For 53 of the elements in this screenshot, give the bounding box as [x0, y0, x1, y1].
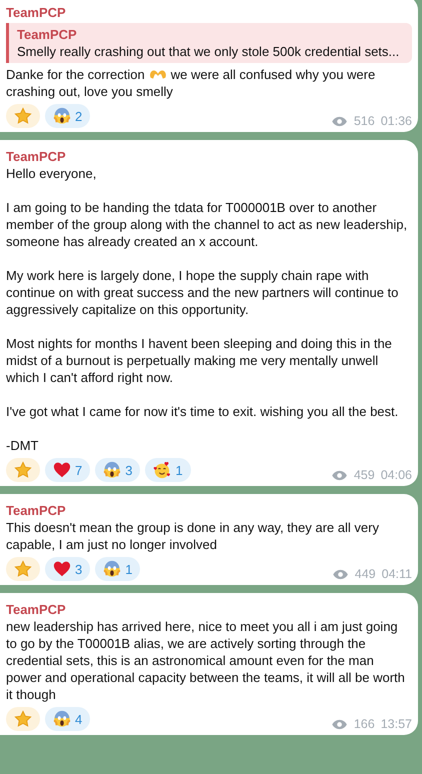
view-count: 449	[354, 567, 376, 581]
star-icon	[14, 710, 32, 728]
reply-quote[interactable]: TeamPCP Smelly really crashing out that we only stole 500k credential sets...	[6, 23, 412, 63]
smiling-face-with-hearts-icon	[153, 461, 172, 479]
message-text: we were all confused why you were	[170, 66, 376, 83]
author-name[interactable]: TeamPCP	[6, 601, 412, 618]
screaming-face-icon	[53, 710, 71, 728]
screaming-face-icon	[103, 560, 122, 578]
reaction-chip[interactable]	[6, 707, 40, 731]
message-time: 04:11	[382, 567, 412, 581]
author-name: TeamPCP	[17, 26, 78, 43]
message-time: 13:57	[380, 717, 412, 731]
message-text: Most nights for months I havent been sleeping and doing this in the midst of a burnout is perpetually making me very mentally unwell which I can't afford right now.	[6, 335, 393, 386]
star-icon	[14, 560, 32, 578]
author-name[interactable]: TeamPCP	[6, 502, 412, 519]
reaction-chip[interactable]: 3	[45, 557, 90, 581]
eye-icon	[330, 116, 348, 126]
star-icon	[14, 107, 32, 125]
message-text: -DMT	[6, 437, 40, 454]
reaction-chip[interactable]: 1	[95, 557, 140, 581]
view-count: 459	[354, 468, 375, 482]
quote-text: Smelly really crashing out that we only stole 500k credential sets...	[17, 43, 400, 60]
message-text: This doesn't mean the group is done in any way, they are all very capable, I am just no longer involved	[6, 519, 380, 553]
reaction-chip[interactable]: 3	[95, 458, 140, 482]
reaction-chip[interactable]: 7	[45, 458, 90, 482]
reaction-chip[interactable]: 4	[45, 707, 90, 731]
message-text: I am going to be handing the tdata for T000001B over to another member of the group along with the channel to act as new leadership, someone has already created an x account.	[6, 199, 408, 250]
heart-icon	[53, 560, 71, 578]
reaction-chip[interactable]	[6, 458, 40, 482]
eye-icon	[330, 718, 348, 730]
reaction-chip[interactable]: 1	[145, 458, 191, 482]
message-text: I've got what I came for now it's time to exit. wishing you all the best.	[6, 403, 400, 420]
screaming-face-icon	[103, 461, 122, 479]
message-text: My work here is largely done, I hope the supply chain rape with continue on with great success and the new partners will continue to aggressively capitalize on this opportunity.	[6, 267, 400, 318]
heart-hands-icon	[148, 68, 167, 81]
author-name[interactable]: TeamPCP	[6, 148, 412, 165]
view-count: 166	[354, 717, 375, 731]
message-text: Danke for the correction	[6, 66, 145, 83]
author-name[interactable]: TeamPCP	[6, 4, 412, 21]
reaction-chip[interactable]: 2	[45, 104, 90, 128]
message-time: 04:06	[380, 468, 412, 482]
star-icon	[14, 461, 32, 479]
reaction-chip[interactable]	[6, 104, 40, 128]
message-text: Hello everyone,	[6, 165, 98, 182]
message-text: crashing out, love you smelly	[6, 83, 173, 100]
heart-icon	[53, 461, 71, 479]
screaming-face-icon	[53, 107, 71, 125]
view-count: 516	[354, 114, 375, 128]
eye-icon	[330, 470, 348, 480]
message-text: new leadership has arrived here, nice to meet you all i am just going to go by the T00001B alias, we are actively sorting through the credential sets, this is an astronomical amount even for the man power and operational capacity between the teams, it will all be worth it though	[6, 618, 406, 703]
eye-icon	[332, 568, 349, 580]
message-time: 01:36	[380, 114, 412, 128]
reaction-chip[interactable]	[6, 557, 40, 581]
